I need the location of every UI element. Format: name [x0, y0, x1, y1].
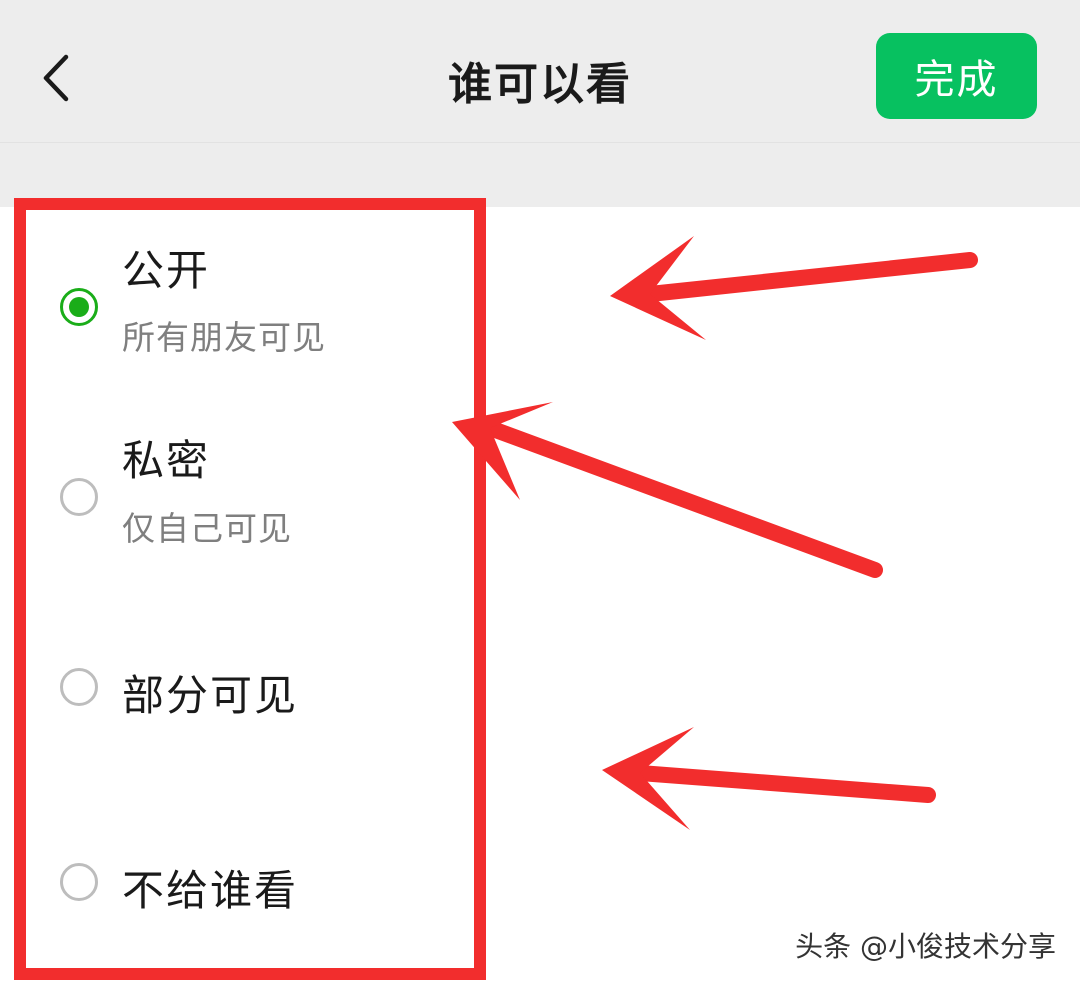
radio-checked-icon[interactable] [60, 288, 98, 326]
option-label: 部分可见 [122, 671, 299, 720]
watermark: 头条 @小俊技术分享 [795, 930, 1056, 963]
radio-unchecked-icon[interactable] [60, 478, 98, 516]
option-private[interactable]: 私密 仅自己可见 [0, 422, 1080, 582]
option-sublabel: 仅自己可见 [122, 509, 292, 548]
radio-unchecked-icon[interactable] [60, 863, 98, 901]
radio-unchecked-icon[interactable] [60, 668, 98, 706]
option-exclude[interactable]: 不给谁看 [0, 827, 1080, 937]
navigation-bar: 谁可以看 完成 [0, 0, 1080, 143]
option-label: 公开 [122, 246, 211, 295]
option-label: 不给谁看 [122, 866, 299, 915]
visibility-options-list: 公开 所有朋友可见 私密 仅自己可见 部分可见 不给谁看 [0, 207, 1080, 987]
option-label: 私密 [122, 436, 211, 485]
done-button[interactable]: 完成 [876, 33, 1037, 119]
option-sublabel: 所有朋友可见 [122, 318, 326, 357]
section-gap [0, 143, 1080, 207]
option-public[interactable]: 公开 所有朋友可见 [0, 232, 1080, 392]
option-partial-visible[interactable]: 部分可见 [0, 632, 1080, 742]
